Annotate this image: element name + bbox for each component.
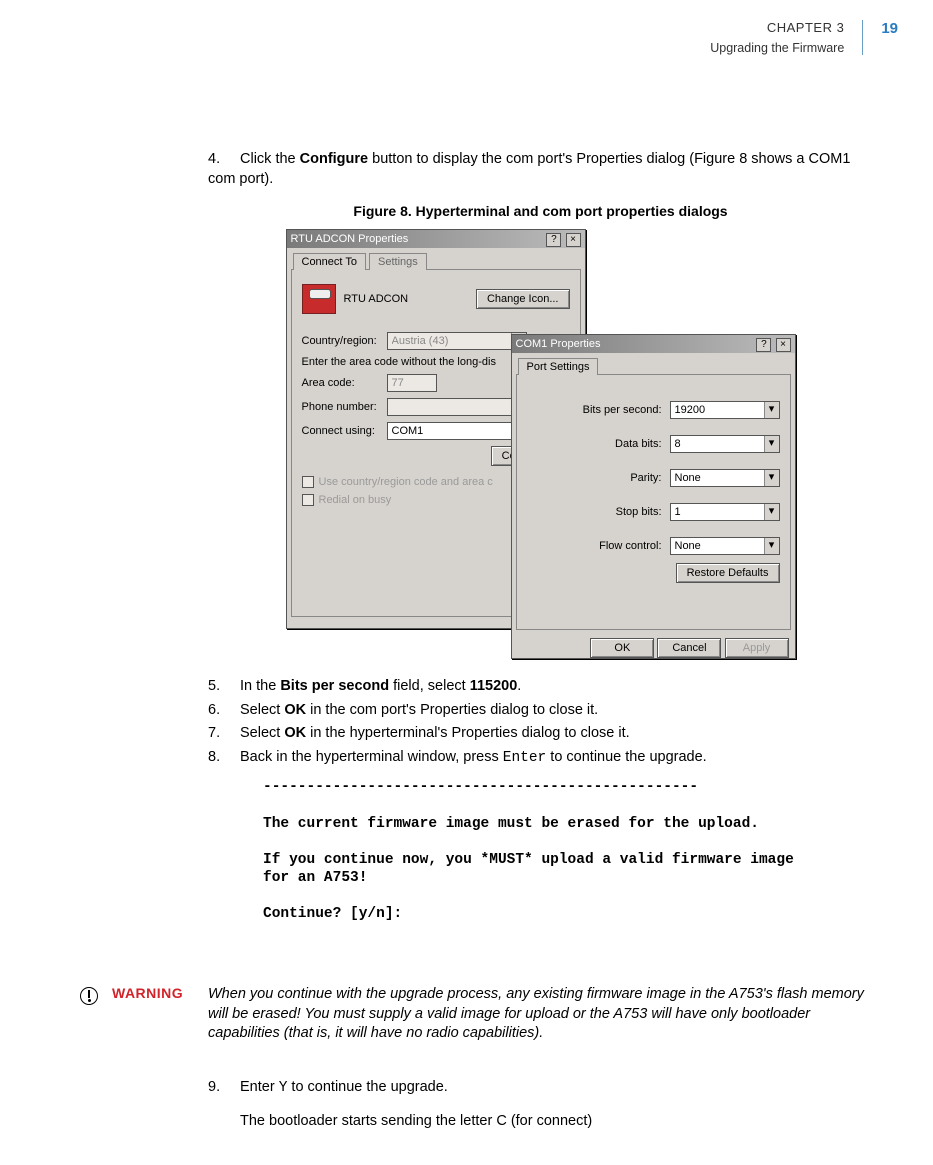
phone-label: Phone number: xyxy=(302,401,387,413)
connection-name: RTU ADCON xyxy=(344,293,476,305)
figure-8: RTU ADCON Properties ? × Connect To Sett… xyxy=(286,229,796,659)
step-5: 5.In the Bits per second field, select 1… xyxy=(208,677,873,697)
checkbox-redial[interactable] xyxy=(302,494,314,506)
dialog-title: RTU ADCON Properties xyxy=(291,230,409,248)
connect-using-select[interactable] xyxy=(387,422,527,440)
chevron-down-icon[interactable]: ▾ xyxy=(764,504,779,520)
chapter-label: CHAPTER 3 xyxy=(710,20,844,35)
parity-label: Parity: xyxy=(630,472,661,484)
connect-using-label: Connect using: xyxy=(302,425,387,437)
step-4: 4.Click the Configure button to display … xyxy=(208,150,873,189)
change-icon-button[interactable]: Change Icon... xyxy=(476,289,570,309)
close-icon[interactable]: × xyxy=(776,338,791,352)
close-icon[interactable]: × xyxy=(566,233,581,247)
help-icon[interactable]: ? xyxy=(546,233,561,247)
area-code-label: Area code: xyxy=(302,377,387,389)
help-icon[interactable]: ? xyxy=(756,338,771,352)
step-6: 6.Select OK in the com port's Properties… xyxy=(208,701,873,721)
ok-button[interactable]: OK xyxy=(590,638,654,658)
area-hint: Enter the area code without the long-dis xyxy=(302,356,496,368)
chevron-down-icon[interactable]: ▾ xyxy=(764,402,779,418)
step-number: 4. xyxy=(208,150,240,170)
restore-defaults-button[interactable]: Restore Defaults xyxy=(676,563,780,583)
step-8: 8.Back in the hyperterminal window, pres… xyxy=(208,748,873,769)
data-bits-label: Data bits: xyxy=(615,438,661,450)
stop-bits-label: Stop bits: xyxy=(616,506,662,518)
apply-button[interactable]: Apply xyxy=(725,638,789,658)
step-9: 9.Enter Y to continue the upgrade. xyxy=(208,1078,873,1099)
area-code-input[interactable] xyxy=(387,374,437,392)
page-header: CHAPTER 3 Upgrading the Firmware 19 xyxy=(710,20,898,55)
warning-text: When you continue with the upgrade proce… xyxy=(208,985,873,1044)
closing-text: The bootloader starts sending the letter… xyxy=(240,1113,873,1129)
chevron-down-icon[interactable]: ▾ xyxy=(764,538,779,554)
warning-block: WARNING When you continue with the upgra… xyxy=(80,985,873,1044)
chk1-label: Use country/region code and area c xyxy=(319,476,493,488)
figure-caption: Figure 8. Hyperterminal and com port pro… xyxy=(208,203,873,219)
chk2-label: Redial on busy xyxy=(319,494,392,506)
titlebar: COM1 Properties ? × xyxy=(512,335,795,353)
tab-port-settings[interactable]: Port Settings xyxy=(518,358,599,375)
tab-settings[interactable]: Settings xyxy=(369,253,427,270)
phone-icon xyxy=(302,284,336,314)
dialog-title: COM1 Properties xyxy=(516,335,601,353)
country-select[interactable] xyxy=(387,332,527,350)
cancel-button[interactable]: Cancel xyxy=(657,638,721,658)
step-7: 7.Select OK in the hyperterminal's Prope… xyxy=(208,724,873,744)
checkbox-use-country[interactable] xyxy=(302,476,314,488)
chapter-subtitle: Upgrading the Firmware xyxy=(710,41,844,55)
chevron-down-icon[interactable]: ▾ xyxy=(764,470,779,486)
titlebar: RTU ADCON Properties ? × xyxy=(287,230,585,248)
phone-input[interactable] xyxy=(387,398,527,416)
flow-control-label: Flow control: xyxy=(599,540,661,552)
tab-connect-to[interactable]: Connect To xyxy=(293,253,366,270)
warning-label: WARNING xyxy=(112,985,208,1001)
bits-per-second-label: Bits per second: xyxy=(583,404,662,416)
country-label: Country/region: xyxy=(302,335,387,347)
chevron-down-icon[interactable]: ▾ xyxy=(764,436,779,452)
warning-icon xyxy=(80,987,98,1005)
com1-properties-dialog: COM1 Properties ? × Port Settings Bits p… xyxy=(511,334,796,659)
page-number: 19 xyxy=(863,20,898,55)
enter-key: Enter xyxy=(503,750,547,766)
terminal-output: ----------------------------------------… xyxy=(263,778,823,923)
